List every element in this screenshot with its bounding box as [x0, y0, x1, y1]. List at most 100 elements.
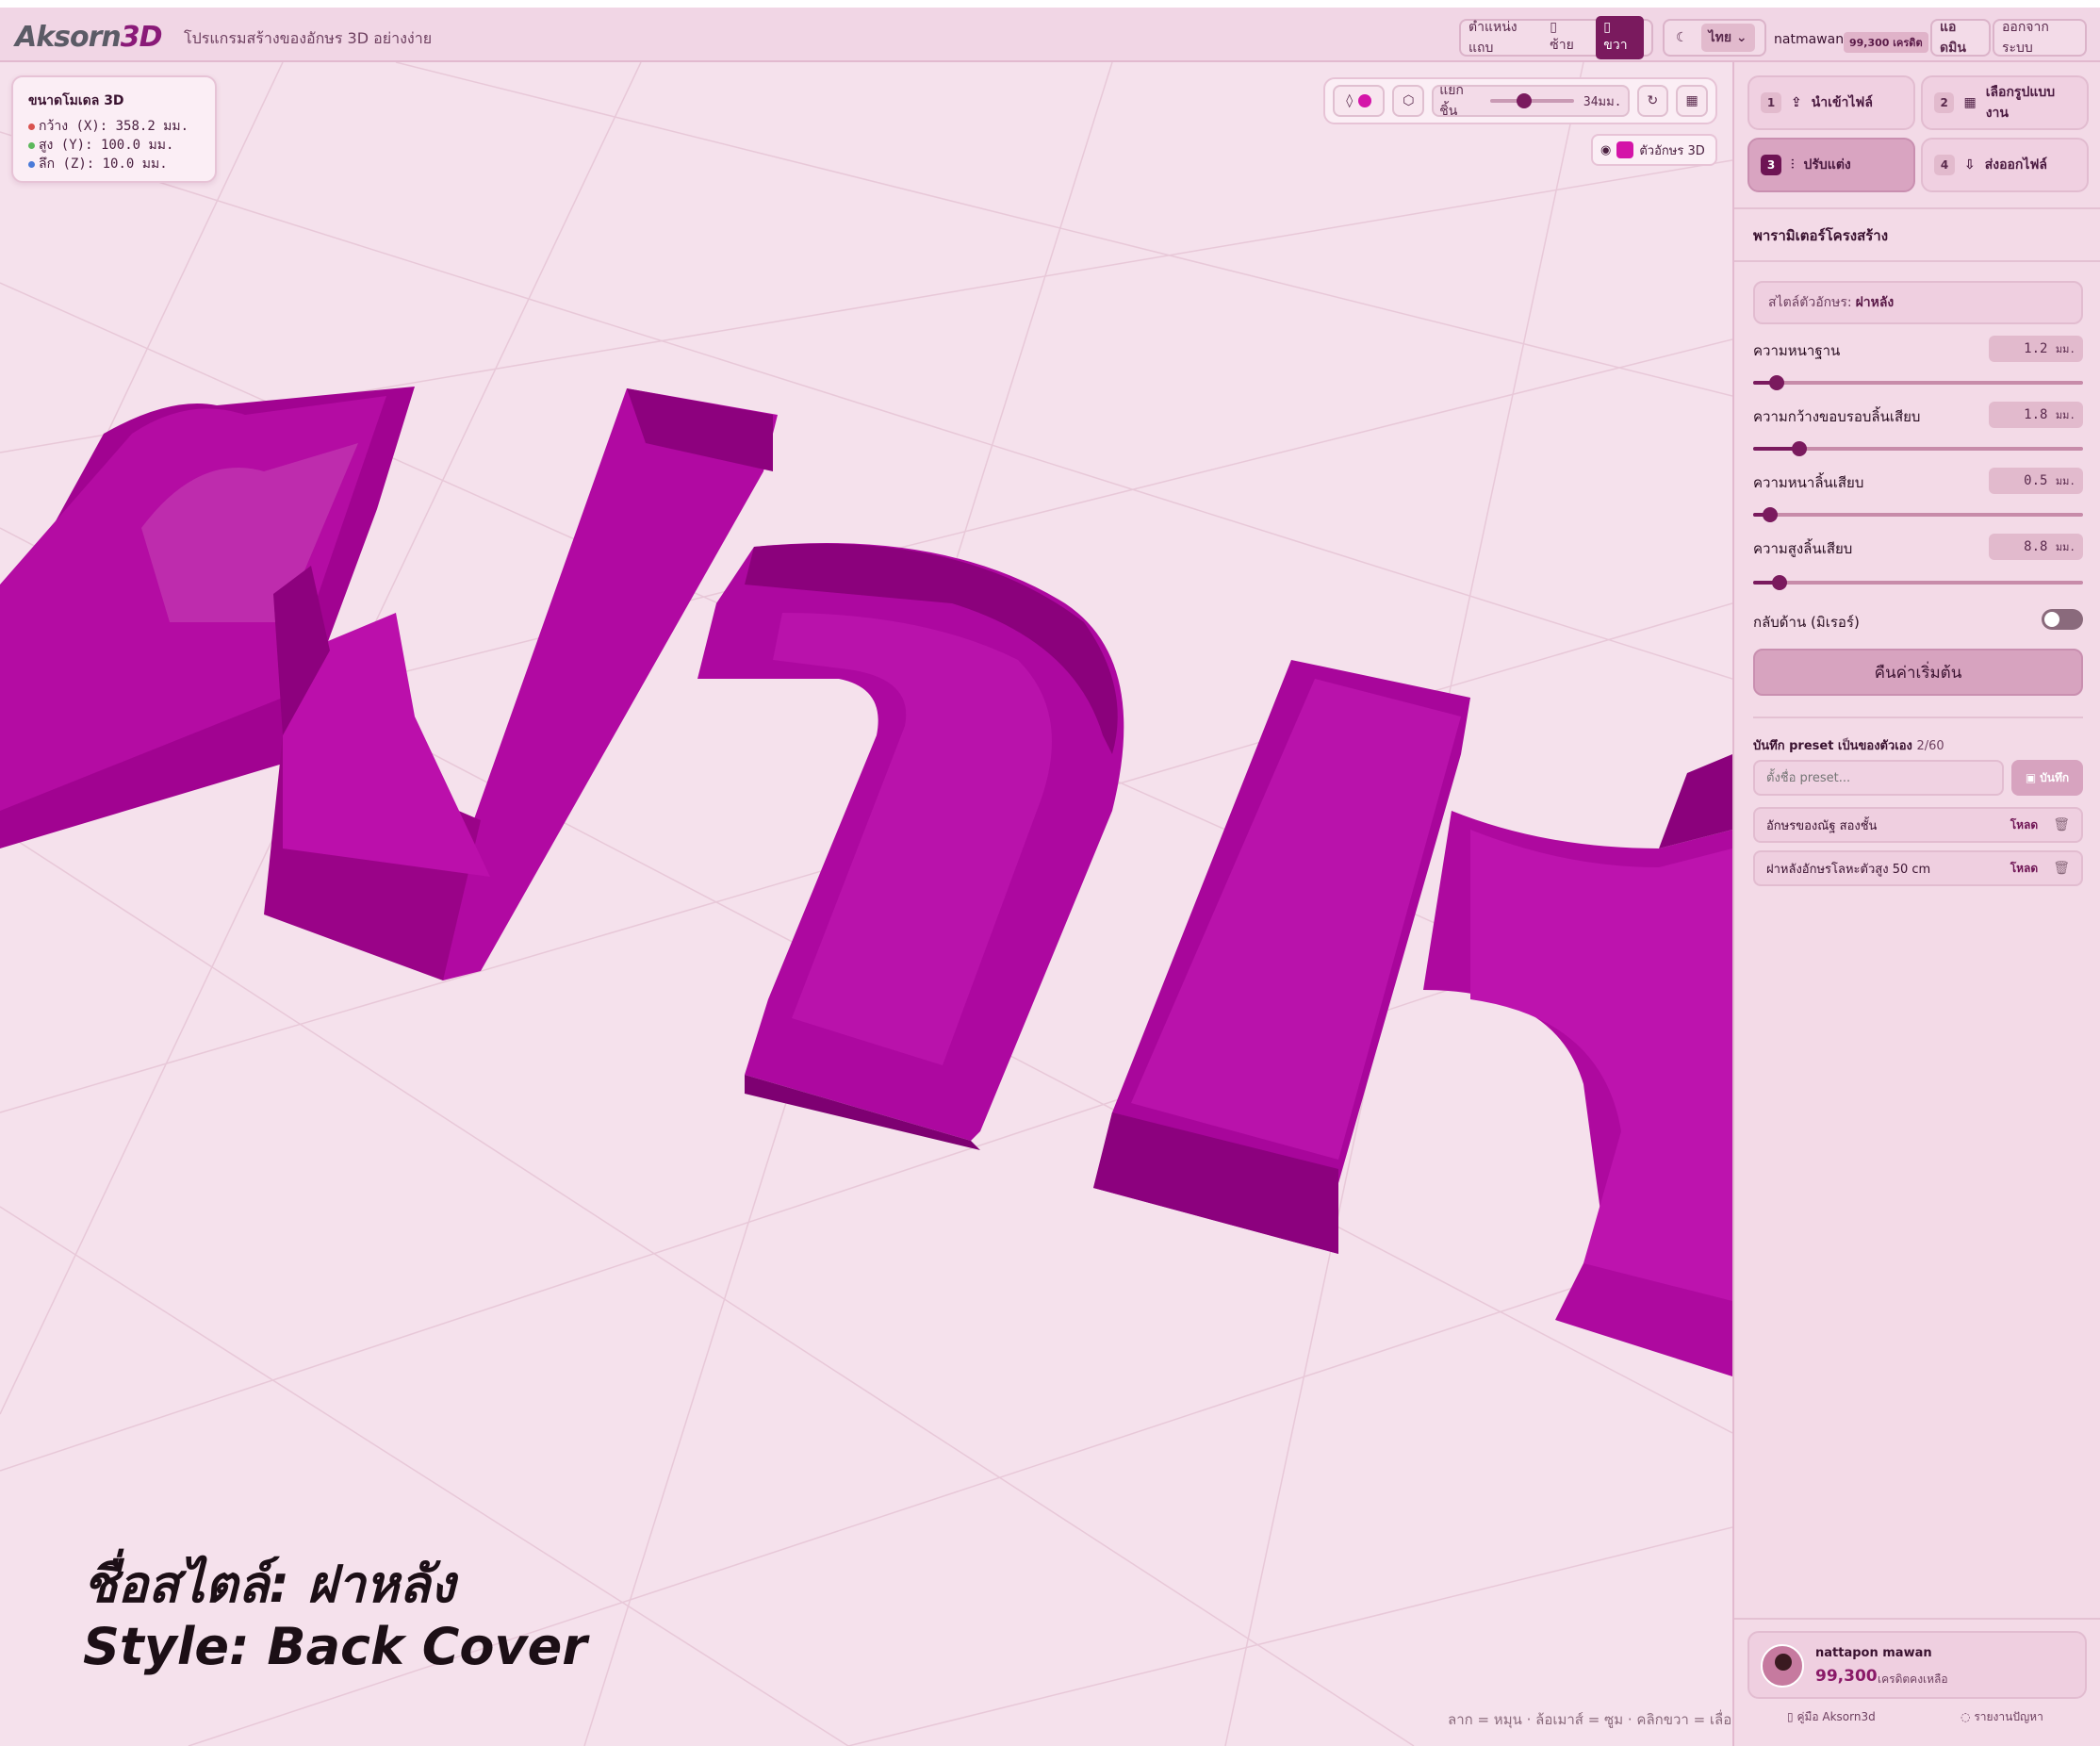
caption-thai: ชื่อสไตล์: ฝาหลัง: [83, 1555, 455, 1614]
eye-icon[interactable]: ◉: [1600, 143, 1611, 157]
z-axis-dot: [28, 160, 35, 168]
reset-defaults-button[interactable]: คืนค่าเริ่มต้น: [1753, 649, 2083, 696]
user-card[interactable]: nattapon mawan 99,300 เครดิตคงเหลือ: [1747, 1631, 2087, 1699]
param-label-rim-width: ความกว้างขอบรอบลิ้นเสียบ: [1753, 408, 1921, 425]
layer-label: ตัวอักษร 3D: [1639, 143, 1705, 158]
app-logo[interactable]: Aksorn3D: [15, 21, 163, 54]
param-value-base-thickness[interactable]: 1.2 มม.: [1989, 336, 2083, 362]
model-dimensions-panel: ขนาดโมเดล 3D กว้าง (X): 358.2 มม. สูง (Y…: [11, 75, 217, 183]
divider: [1734, 207, 2100, 209]
step-import[interactable]: 1 ⇪ นำเข้าไฟล์: [1747, 75, 1915, 130]
controls-hint: ลาก = หมุน · ล้อเมาส์ = ซูม · คลิกขวา = …: [1448, 1711, 1742, 1728]
preset-title: บันทึก preset เป็นของตัวเอง 2/60: [1753, 739, 1944, 753]
letter-mesh-1: [0, 387, 778, 980]
panel-position-switch: ตำแหน่งแถบ ▯ ซ้าย ▯ ขวา: [1459, 16, 1653, 59]
slider-knob[interactable]: [1763, 507, 1778, 522]
param-label-tongue-height: ความสูงลิ้นเสียบ: [1753, 540, 1853, 557]
mirror-label: กลับด้าน (มิเรอร์): [1753, 614, 1860, 631]
slider-tongue-height[interactable]: [1753, 575, 2083, 590]
top-bar: Aksorn3D โปรแกรมสร้างของอักษร 3D อย่างง่…: [0, 0, 2100, 62]
step-customize[interactable]: 3 ⫶ ปรับแต่ง: [1747, 138, 1915, 192]
separate-slider-knob[interactable]: [1517, 93, 1533, 108]
theme-language-group: ☾ ไทย ⌄: [1663, 19, 1766, 57]
app-tagline: โปรแกรมสร้างของอักษร 3D อย่างง่าย: [184, 29, 433, 47]
slider-knob[interactable]: [1769, 375, 1784, 390]
grid-icon: ▦: [1963, 95, 1977, 110]
trash-icon[interactable]: 🗑: [2053, 817, 2070, 832]
param-value-tongue-height[interactable]: 8.8 มม.: [1989, 534, 2083, 560]
param-value-tongue-thickness[interactable]: 0.5 มม.: [1989, 468, 2083, 494]
param-value-rim-width[interactable]: 1.8 มม.: [1989, 402, 2083, 428]
trash-icon[interactable]: 🗑: [2053, 861, 2070, 876]
preset-item: ฝาหลังอักษรโลหะตัวสูง 50 cm โหลด 🗑: [1753, 850, 2083, 886]
slider-knob[interactable]: [1772, 575, 1787, 590]
caption-english: Style: Back Cover: [83, 1617, 587, 1676]
guide-link[interactable]: ▯ คู่มือ Aksorn3d: [1787, 1708, 1876, 1726]
slider-base-thickness[interactable]: [1753, 375, 2083, 390]
section-title: พารามิเตอร์โครงสร้าง: [1753, 227, 1889, 244]
slider-tongue-thickness[interactable]: [1753, 507, 2083, 522]
avatar: [1761, 1644, 1804, 1688]
style-display: สไตล์ตัวอักษร: ฝาหลัง: [1753, 281, 2083, 324]
color-picker-button[interactable]: ◊: [1333, 85, 1386, 117]
color-dot: [1358, 94, 1372, 107]
y-axis-dot: [28, 141, 35, 149]
cube-icon[interactable]: ⬡: [1392, 85, 1425, 117]
preset-item: อักษรของณัฐ สองชั้น โหลด 🗑: [1753, 807, 2083, 843]
param-label-base-thickness: ความหนาฐาน: [1753, 342, 1841, 359]
layer-visibility-chip[interactable]: ◉ ตัวอักษร 3D: [1591, 134, 1717, 166]
viewport-toolbar: ◊ ⬡ แยกชิ้น 34มม. ↻ ▦: [1323, 77, 1717, 124]
admin-button[interactable]: แอดมิน: [1930, 19, 1991, 57]
user-credits-label: เครดิตคงเหลือ: [1878, 1672, 1948, 1686]
separate-parts-control: แยกชิ้น 34มม.: [1432, 83, 1630, 119]
step-export[interactable]: 4 ⇩ ส่งออกไฟล์: [1921, 138, 2089, 192]
logout-button[interactable]: ออกจากระบบ: [1993, 19, 2087, 57]
separate-label: แยกชิ้น: [1439, 83, 1464, 119]
upload-icon: ⇪: [1791, 95, 1802, 110]
style-caption: ชื่อสไตล์: ฝาหลัง Style: Back Cover: [83, 1554, 587, 1678]
divider: [1734, 1618, 2100, 1620]
layer-color-swatch: [1616, 141, 1634, 158]
divider: [1753, 717, 2083, 718]
language-select[interactable]: ไทย ⌄: [1700, 24, 1755, 52]
step-choose-template[interactable]: 2 ▦ เลือกรูปแบบงาน: [1921, 75, 2089, 130]
dimension-height: สูง (Y): 100.0 มม.: [28, 136, 200, 155]
save-preset-button[interactable]: ▣ บันทึก: [2011, 760, 2083, 796]
x-axis-dot: [28, 123, 35, 130]
load-preset-button[interactable]: โหลด: [2010, 860, 2039, 878]
refresh-icon[interactable]: ↻: [1636, 85, 1669, 117]
grid-view-icon[interactable]: ▦: [1676, 85, 1708, 117]
panel-right-button[interactable]: ▯ ขวา: [1596, 16, 1644, 59]
3d-viewport[interactable]: [0, 62, 1732, 1746]
download-icon: ⇩: [1964, 157, 1976, 173]
user-credits: 99,300: [1815, 1667, 1878, 1686]
preset-name-input[interactable]: [1753, 760, 2004, 796]
moon-icon[interactable]: ☾: [1668, 26, 1696, 49]
panel-position-label: ตำแหน่งแถบ: [1468, 20, 1518, 56]
header-username: natmawan: [1774, 32, 1845, 47]
letter-mesh-3: [1093, 660, 1732, 1376]
book-icon: ▯: [1787, 1710, 1794, 1723]
panel-left-button[interactable]: ▯ ซ้าย: [1542, 16, 1590, 59]
load-preset-button[interactable]: โหลด: [2010, 816, 2039, 834]
save-icon: ▣: [2025, 771, 2037, 784]
3d-scene[interactable]: [0, 62, 1732, 1746]
report-issue-link[interactable]: ◌ รายงานปัญหา: [1961, 1708, 2043, 1726]
right-sidebar: 1 ⇪ นำเข้าไฟล์ 2 ▦ เลือกรูปแบบงาน 3 ⫶ ปร…: [1732, 62, 2100, 1746]
dimension-depth: ลึก (Z): 10.0 มม.: [28, 155, 200, 173]
slider-rim-width[interactable]: [1753, 441, 2083, 456]
dimension-width: กว้าง (X): 358.2 มม.: [28, 117, 200, 136]
dimensions-title: ขนาดโมเดล 3D: [28, 93, 124, 108]
chat-icon: ◌: [1961, 1710, 1971, 1723]
mirror-toggle[interactable]: [2042, 609, 2083, 630]
separate-slider[interactable]: [1490, 93, 1574, 108]
letter-mesh-2: [697, 543, 1124, 1150]
param-label-tongue-thickness: ความหนาลิ้นเสียบ: [1753, 474, 1864, 491]
divider: [1734, 260, 2100, 262]
separate-value: 34มม.: [1583, 94, 1622, 109]
slider-knob[interactable]: [1792, 441, 1807, 456]
sliders-icon: ⫶: [1791, 157, 1795, 173]
user-name: nattapon mawan: [1815, 1646, 1932, 1660]
droplet-icon: ◊: [1346, 93, 1354, 108]
credits-badge: 99,300 เครดิต: [1844, 32, 1928, 53]
